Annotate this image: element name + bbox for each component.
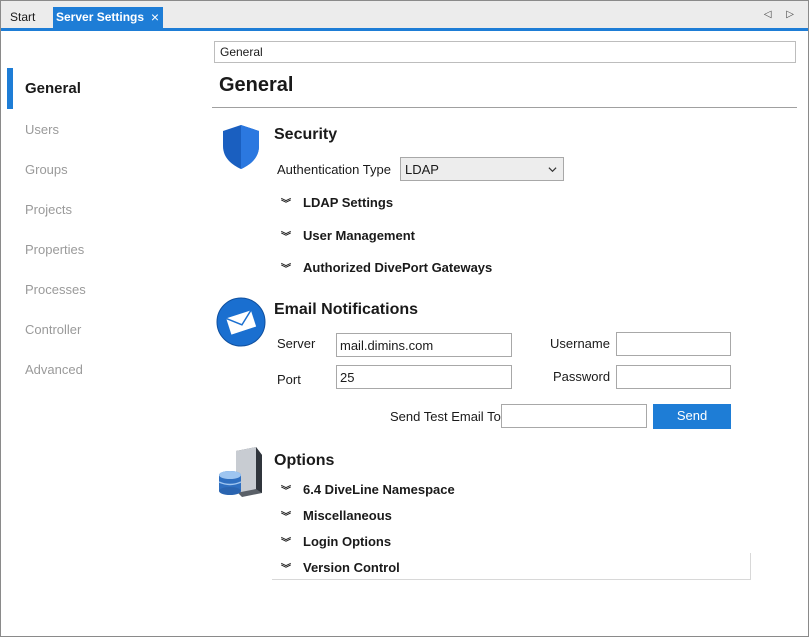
sidebar-item-groups[interactable]: Groups [25, 162, 68, 177]
diveline-namespace-label: 6.4 DiveLine Namespace [303, 482, 455, 497]
page-title: General [219, 74, 294, 96]
server-label: Server [277, 336, 316, 351]
password-input[interactable] [616, 365, 731, 389]
diveline-namespace-expander[interactable]: ︾ 6.4 DiveLine Namespace [281, 482, 455, 497]
sidebar: General Users Groups Projects Properties… [1, 34, 201, 636]
close-icon[interactable]: × [151, 7, 159, 28]
sidebar-item-advanced[interactable]: Advanced [25, 362, 83, 377]
diveport-gateways-label: Authorized DivePort Gateways [303, 260, 493, 275]
tab-start[interactable]: Start [4, 7, 41, 28]
title-divider [212, 107, 797, 108]
sidebar-item-users[interactable]: Users [25, 122, 59, 137]
user-management-label: User Management [303, 228, 415, 243]
password-label: Password [553, 369, 611, 384]
email-title: Email Notifications [274, 301, 419, 318]
username-label: Username [550, 336, 610, 351]
double-chevron-down-icon: ︾ [281, 538, 291, 549]
double-chevron-down-icon: ︾ [281, 232, 291, 243]
version-control-label: Version Control [303, 560, 400, 575]
chevron-down-icon [548, 167, 557, 173]
security-title: Security [274, 126, 338, 143]
options-title: Options [274, 452, 335, 469]
double-chevron-down-icon: ︾ [281, 512, 291, 523]
sidebar-item-general[interactable]: General [25, 80, 81, 97]
diveport-gateways-expander[interactable]: ︾ Authorized DivePort Gateways [281, 260, 492, 275]
sidebar-item-properties[interactable]: Properties [25, 242, 84, 257]
shield-icon [223, 125, 259, 169]
sidebar-item-controller[interactable]: Controller [25, 322, 81, 337]
server-database-icon [218, 447, 262, 497]
breadcrumb[interactable]: General [214, 41, 796, 63]
test-email-label: Send Test Email To [390, 409, 501, 424]
server-input[interactable] [336, 333, 512, 357]
tab-bar: Start Server Settings × ◁ ▷ [1, 1, 808, 31]
auth-type-label: Authentication Type [277, 162, 391, 177]
auth-type-select[interactable]: LDAP [400, 157, 564, 181]
auth-type-value: LDAP [405, 162, 439, 177]
double-chevron-down-icon: ︾ [281, 486, 291, 497]
username-input[interactable] [616, 332, 731, 356]
double-chevron-down-icon: ︾ [281, 264, 291, 275]
miscellaneous-expander[interactable]: ︾ Miscellaneous [281, 508, 392, 523]
version-control-expander[interactable]: ︾ Version Control [281, 560, 400, 575]
tab-server-settings[interactable]: Server Settings × [53, 7, 163, 28]
sidebar-item-processes[interactable]: Processes [25, 282, 86, 297]
send-button[interactable]: Send [653, 404, 731, 429]
port-label: Port [277, 372, 301, 387]
ldap-settings-label: LDAP Settings [303, 195, 394, 210]
double-chevron-down-icon: ︾ [281, 564, 291, 575]
double-chevron-down-icon: ︾ [281, 199, 291, 210]
tab-scroll-arrows-icon[interactable]: ◁ ▷ [764, 9, 800, 20]
active-nav-indicator [7, 68, 13, 109]
email-icon [216, 297, 266, 347]
ldap-settings-expander[interactable]: ︾ LDAP Settings [281, 195, 393, 210]
login-options-expander[interactable]: ︾ Login Options [281, 534, 391, 549]
login-options-label: Login Options [303, 534, 392, 549]
sidebar-item-projects[interactable]: Projects [25, 202, 72, 217]
port-input[interactable] [336, 365, 512, 389]
test-email-input[interactable] [501, 404, 647, 428]
user-management-expander[interactable]: ︾ User Management [281, 228, 415, 243]
tab-server-settings-label: Server Settings [56, 10, 145, 24]
miscellaneous-label: Miscellaneous [303, 508, 392, 523]
